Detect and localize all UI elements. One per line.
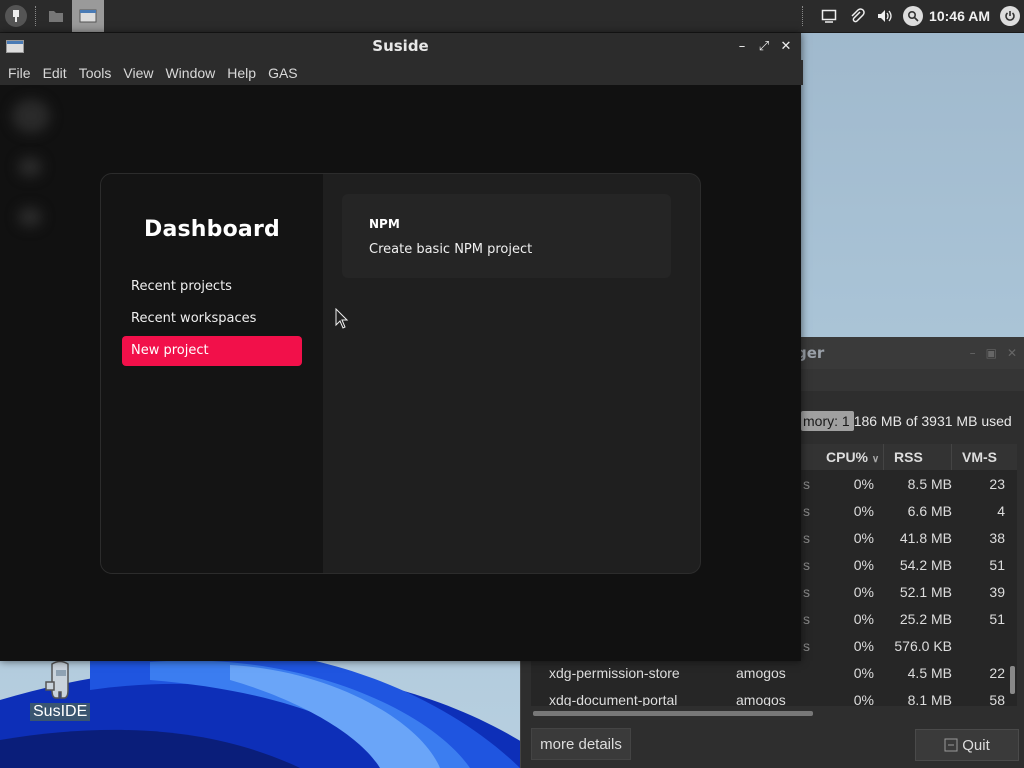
- top-panel: 10:46 AM: [0, 0, 1024, 33]
- column-header-vms[interactable]: VM-S: [952, 444, 1017, 470]
- process-rss: 8.5 MB: [907, 475, 952, 492]
- desktop-icon-label: SusIDE: [30, 703, 91, 721]
- menu-tools[interactable]: Tools: [73, 65, 118, 81]
- panel-separator: [35, 6, 36, 26]
- column-header-rss[interactable]: RSS: [884, 444, 952, 470]
- memory-usage-bar: mory: 1: [801, 411, 854, 431]
- template-description: Create basic NPM project: [369, 242, 533, 257]
- menu-window[interactable]: Window: [159, 65, 221, 81]
- close-icon[interactable]: ✕: [1007, 346, 1017, 360]
- process-name: xdg-permission-store: [549, 664, 680, 681]
- process-rss: 52.1 MB: [899, 583, 952, 600]
- minimize-icon[interactable]: –: [733, 37, 751, 55]
- minimize-icon[interactable]: –: [970, 346, 976, 360]
- nav-new-project[interactable]: New project: [122, 336, 302, 366]
- screen-icon[interactable]: [815, 0, 843, 32]
- process-cpu: 0%: [853, 502, 874, 519]
- process-vms: 58: [989, 691, 1005, 707]
- process-row[interactable]: xdg-permission-store amogos 0% 4.5 MB 22: [531, 659, 1017, 686]
- blurred-background-element: [18, 207, 42, 227]
- menubar: File Edit Tools View Window Help GAS: [0, 60, 803, 85]
- suside-workspace: Dashboard Recent projects Recent workspa…: [0, 85, 801, 661]
- taskbar-file-manager[interactable]: [42, 0, 70, 32]
- panel-separator: [802, 6, 803, 26]
- clip-icon[interactable]: [843, 0, 871, 32]
- taskbar-suside[interactable]: [72, 0, 104, 32]
- process-vms: 23: [989, 475, 1005, 492]
- nav-recent-projects[interactable]: Recent projects: [122, 272, 302, 302]
- process-cpu: 0%: [853, 664, 874, 681]
- process-vms: 51: [989, 610, 1005, 627]
- close-icon[interactable]: ✕: [777, 37, 795, 55]
- file-manager-icon: [49, 11, 63, 22]
- window-controls: – ⤢ ✕: [733, 37, 795, 55]
- process-rss: 8.1 MB: [907, 691, 952, 707]
- template-title: NPM: [369, 217, 400, 231]
- menu-view[interactable]: View: [117, 65, 159, 81]
- process-vms: 38: [989, 529, 1005, 546]
- mouse-cursor-icon: [335, 308, 349, 329]
- menu-gas[interactable]: GAS: [262, 65, 304, 81]
- application-menu-button[interactable]: [2, 0, 30, 32]
- blurred-background-element: [12, 99, 50, 133]
- blurred-background-element: [18, 157, 42, 177]
- suside-window: Suside – ⤢ ✕ File Edit Tools View Window…: [0, 33, 803, 661]
- menu-icon: [5, 5, 27, 27]
- clock[interactable]: 10:46 AM: [927, 8, 996, 24]
- maximize-icon[interactable]: ⤢: [755, 37, 773, 55]
- desktop-icon-suside[interactable]: SusIDE: [28, 660, 92, 726]
- process-user: amogos: [736, 664, 786, 681]
- process-cpu: 0%: [853, 556, 874, 573]
- system-tray: 10:46 AM: [815, 0, 1024, 32]
- nav-recent-workspaces[interactable]: Recent workspaces: [122, 304, 302, 334]
- process-vms: 4: [997, 502, 1005, 519]
- menu-help[interactable]: Help: [221, 65, 262, 81]
- vertical-scrollbar[interactable]: [1010, 666, 1015, 694]
- maximize-icon[interactable]: ▣: [986, 346, 997, 360]
- quit-icon: [944, 738, 958, 752]
- process-vms: 39: [989, 583, 1005, 600]
- dashboard-sidebar: Dashboard Recent projects Recent workspa…: [101, 174, 323, 573]
- process-cpu: 0%: [853, 529, 874, 546]
- task-manager-window-controls: – ▣ ✕: [970, 346, 1017, 360]
- memory-usage: mory: 1 186 MB of 3931 MB used: [801, 410, 1019, 432]
- quit-label: Quit: [962, 736, 990, 754]
- process-vms: 51: [989, 556, 1005, 573]
- process-rss: 4.5 MB: [907, 664, 952, 681]
- process-cpu: 0%: [853, 691, 874, 707]
- process-rss: 576.0 KB: [894, 637, 952, 654]
- sort-down-icon: ∨: [871, 454, 880, 465]
- suside-app-icon: [45, 660, 69, 699]
- menu-edit[interactable]: Edit: [37, 65, 73, 81]
- horizontal-scrollbar[interactable]: [533, 711, 813, 716]
- process-user: amogos: [736, 691, 786, 707]
- process-rss: 54.2 MB: [899, 556, 952, 573]
- process-cpu: 0%: [853, 637, 874, 654]
- more-details-button[interactable]: more details: [531, 728, 631, 760]
- process-name: xdg-document-portal: [549, 691, 678, 707]
- process-rss: 41.8 MB: [899, 529, 952, 546]
- dashboard-title: Dashboard: [144, 217, 280, 242]
- menu-file[interactable]: File: [2, 65, 37, 81]
- power-icon[interactable]: [996, 0, 1024, 32]
- column-header-cpu[interactable]: CPU% ∨: [816, 444, 884, 470]
- window-title: Suside: [372, 37, 429, 55]
- project-template-card-npm[interactable]: NPM Create basic NPM project: [342, 194, 671, 278]
- process-rss: 6.6 MB: [907, 502, 952, 519]
- suside-titlebar[interactable]: Suside – ⤢ ✕: [0, 33, 801, 60]
- volume-icon[interactable]: [871, 0, 899, 32]
- process-row[interactable]: xdg-document-portal amogos 0% 8.1 MB 58: [531, 686, 1017, 707]
- search-icon[interactable]: [899, 0, 927, 32]
- process-cpu: 0%: [853, 610, 874, 627]
- memory-usage-text: 186 MB of 3931 MB used: [853, 413, 1012, 429]
- suside-window-icon: [79, 9, 97, 23]
- process-cpu: 0%: [853, 583, 874, 600]
- process-cpu: 0%: [853, 475, 874, 492]
- process-rss: 25.2 MB: [899, 610, 952, 627]
- process-vms: 22: [989, 664, 1005, 681]
- dashboard-dialog: Dashboard Recent projects Recent workspa…: [100, 173, 701, 574]
- quit-button[interactable]: Quit: [915, 729, 1019, 761]
